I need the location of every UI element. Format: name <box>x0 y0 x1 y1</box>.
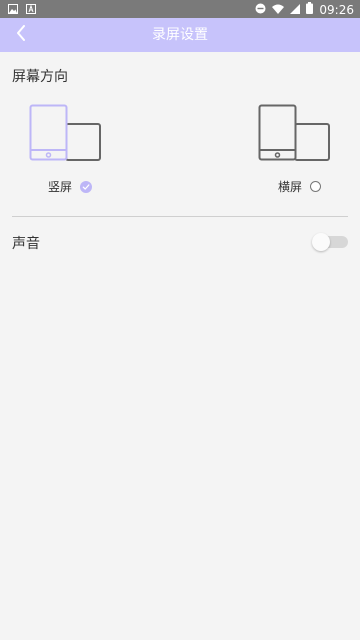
wifi-icon <box>272 3 285 17</box>
battery-icon <box>306 2 314 17</box>
divider <box>12 216 348 217</box>
sound-toggle[interactable] <box>312 232 348 252</box>
landscape-orientation-icon[interactable] <box>258 104 332 166</box>
sound-setting-row: 声音 <box>12 230 348 254</box>
landscape-option[interactable]: 横屏 <box>278 178 322 195</box>
text-icon <box>26 3 36 17</box>
landscape-radio-unchecked[interactable] <box>310 181 322 192</box>
orientation-section-title: 屏幕方向 <box>12 69 68 85</box>
signal-icon <box>290 3 301 17</box>
do-not-disturb-icon <box>255 3 266 17</box>
sound-toggle-knob <box>312 233 330 251</box>
status-left-icons <box>8 3 36 17</box>
page-title: 录屏设置 <box>152 27 208 43</box>
portrait-option-label: 竖屏 <box>48 180 73 194</box>
sound-label: 声音 <box>12 236 40 252</box>
portrait-option[interactable]: 竖屏 <box>48 178 93 195</box>
portrait-radio-checked[interactable] <box>80 180 93 193</box>
landscape-option-label: 横屏 <box>278 180 303 194</box>
status-bar: 09:26 <box>0 0 360 18</box>
portrait-orientation-icon[interactable] <box>29 104 103 166</box>
status-time: 09:26 <box>319 2 354 17</box>
app-bar: 录屏设置 <box>0 18 360 52</box>
status-right-icons: 09:26 <box>255 2 354 17</box>
image-icon <box>8 3 18 17</box>
